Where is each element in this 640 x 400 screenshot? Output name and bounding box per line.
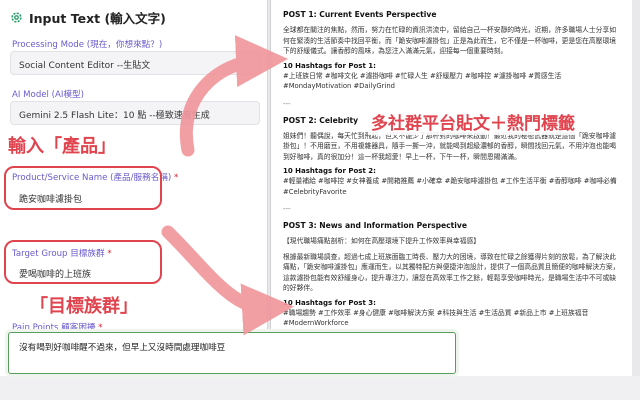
post-1-hashtags: #上班族日常 #咖啡文化 #濾掛咖啡 #忙碌人生 #舒緩壓力 #咖啡控 #濾掛咖… [283, 71, 562, 91]
separator: --- [283, 99, 291, 108]
product-annotation: 輸入「產品」 [8, 136, 116, 157]
post-3-intro: 【現代職場痛點剖析：如何在高壓環境下提升工作效率與幸福感】 [283, 237, 481, 245]
panel-header: Input Text (輸入文字) [10, 8, 166, 27]
post-3-hashtag-title: 10 Hashtags for Post 3: [283, 298, 376, 307]
target-group-highlight [4, 240, 162, 284]
ai-model-label: AI Model (AI模型) [12, 90, 84, 100]
processing-mode-select[interactable]: Social Content Editor --生貼文 [10, 51, 260, 75]
target-annotation: 「目標族群」 [30, 296, 138, 317]
output-annotation: 多社群平台貼文＋熱門標籤 [368, 108, 578, 135]
post-3-body: 根據最新職場調查，超過七成上班族面臨工時長、壓力大的困境，導致在忙碌之餘獲得片刻… [283, 252, 620, 293]
processing-mode-label: Processing Mode (現在，你想來點？) [12, 40, 163, 50]
post-1-heading: POST 1: Current Events Perspective [283, 10, 437, 19]
product-highlight [4, 166, 162, 210]
post-2-hashtags: #輕量補給 #咖啡控 #女神養成 #開箱推薦 #小確幸 #跪安咖啡濾掛包 #工作… [283, 177, 617, 196]
post-3-heading: POST 3: News and Information Perspective [283, 221, 468, 230]
ai-model-select[interactable]: Gemini 2.5 Flash Lite：10 點 --極致速度生成 [10, 101, 260, 125]
post-2-body: 姐妹們！聽偶說，每天忙到飛起，但又不能少了那杯對的咖啡來啟動！最近我的秘密武器就… [283, 131, 617, 161]
pain-points-input[interactable]: 沒有喝到好咖啡醒不過來，但早上又沒時間處理咖啡豆 [8, 332, 456, 374]
bottom-strip [0, 376, 640, 400]
post-2-hashtag-title: 10 Hashtags for Post 2: [283, 167, 376, 175]
post-3-hashtags: #職場趨勢 #工作效率 #身心健康 #咖啡解決方案 #科技與生活 #生活品質 #… [283, 308, 589, 328]
separator: --- [283, 205, 291, 213]
post-1-hashtag-title: 10 Hashtags for Post 1: [283, 61, 376, 70]
post-1-body: 全球都在關注的焦點，然而，努力在忙碌的資訊洪流中，留給自己一杯安靜的時光，近期，… [283, 26, 617, 55]
gear-icon [11, 12, 22, 23]
panel-title: Input Text (輸入文字) [29, 11, 166, 26]
